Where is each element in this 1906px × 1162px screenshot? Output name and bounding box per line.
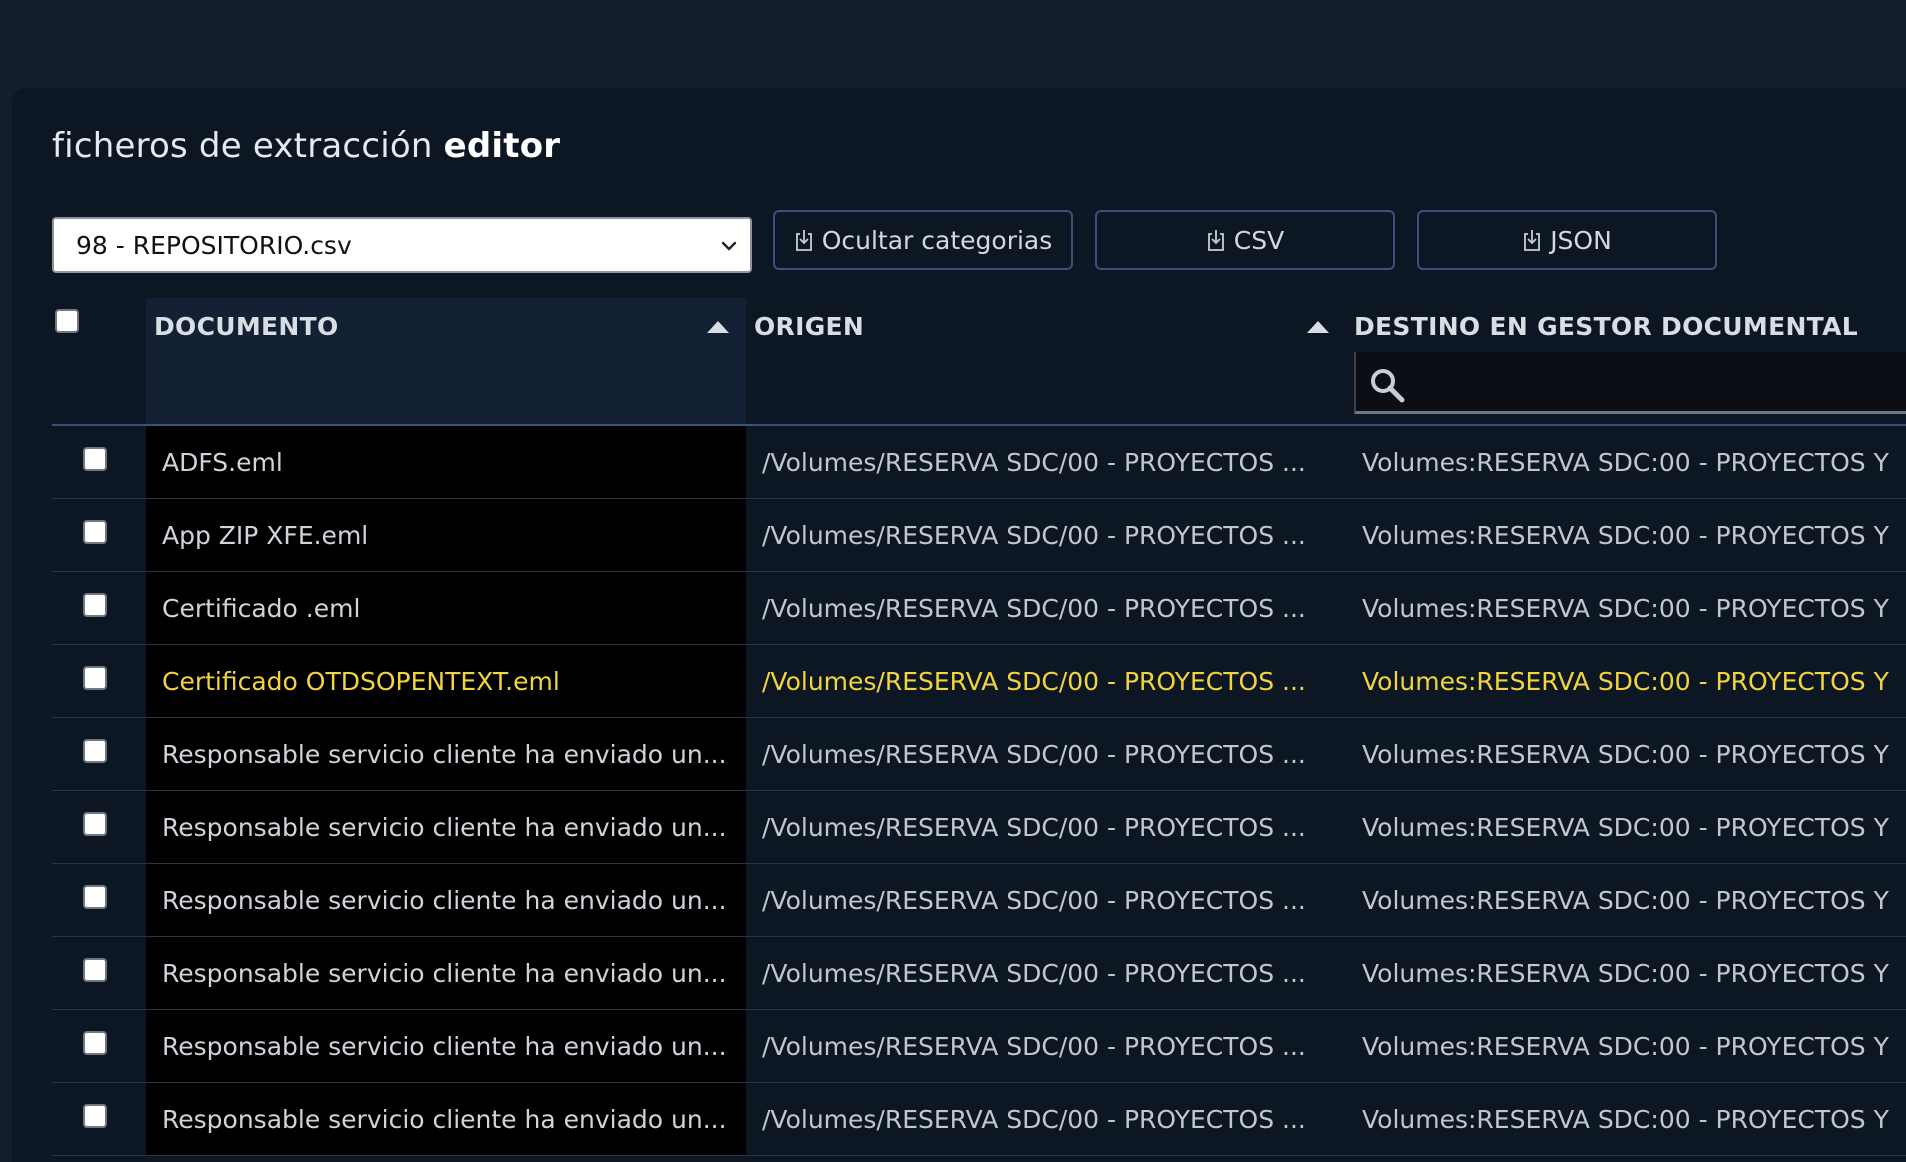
column-label-origen: ORIGEN: [754, 312, 865, 341]
cell-documento: Responsable servicio cliente ha enviado …: [146, 937, 746, 1009]
cell-origen: /Volumes/RESERVA SDC/00 - PROYECTOS ...: [762, 520, 1306, 550]
cell-documento: Certificado OTDSOPENTEXT.eml: [146, 645, 746, 717]
table-row[interactable]: Certificado .eml /Volumes/RESERVA SDC/00…: [52, 572, 1906, 645]
page-title-bold: editor: [443, 126, 561, 166]
cell-documento: ADFS.eml: [146, 426, 746, 498]
row-checkbox[interactable]: [83, 812, 107, 836]
select-all-cell: [52, 298, 146, 424]
sort-ascending-icon[interactable]: [706, 320, 730, 334]
table-row-highlighted[interactable]: Certificado OTDSOPENTEXT.eml /Volumes/RE…: [52, 645, 1906, 718]
cell-origen: /Volumes/RESERVA SDC/00 - PROYECTOS ...: [762, 1104, 1306, 1134]
row-checkbox[interactable]: [83, 447, 107, 471]
json-export-button[interactable]: JSON: [1417, 210, 1717, 270]
table-row[interactable]: Responsable servicio cliente ha enviado …: [52, 1010, 1906, 1083]
cell-destino: Volumes:RESERVA SDC:00 - PROYECTOS Y: [1362, 739, 1889, 769]
cell-documento: Responsable servicio cliente ha enviado …: [146, 791, 746, 863]
table-body: ADFS.eml /Volumes/RESERVA SDC/00 - PROYE…: [52, 426, 1906, 1156]
destino-search-input[interactable]: [1354, 352, 1906, 414]
table-row[interactable]: ADFS.eml /Volumes/RESERVA SDC/00 - PROYE…: [52, 426, 1906, 499]
hide-categories-button[interactable]: Ocultar categorias: [773, 210, 1073, 270]
cell-origen: /Volumes/RESERVA SDC/00 - PROYECTOS ...: [762, 885, 1306, 915]
cell-origen: /Volumes/RESERVA SDC/00 - PROYECTOS ...: [762, 1031, 1306, 1061]
cell-documento: Responsable servicio cliente ha enviado …: [146, 1083, 746, 1155]
cell-destino: Volumes:RESERVA SDC:00 - PROYECTOS Y: [1362, 447, 1889, 477]
cell-origen: /Volumes/RESERVA SDC/00 - PROYECTOS ...: [762, 812, 1306, 842]
page-title-prefix: ficheros de extracción: [52, 126, 433, 166]
chevron-down-icon: [721, 241, 737, 251]
cell-documento: App ZIP XFE.eml: [146, 499, 746, 571]
cell-destino: Volumes:RESERVA SDC:00 - PROYECTOS Y: [1362, 885, 1889, 915]
cell-destino: Volumes:RESERVA SDC:00 - PROYECTOS Y: [1362, 593, 1889, 623]
cell-destino: Volumes:RESERVA SDC:00 - PROYECTOS Y: [1362, 812, 1889, 842]
row-checkbox[interactable]: [83, 739, 107, 763]
table-row[interactable]: App ZIP XFE.eml /Volumes/RESERVA SDC/00 …: [52, 499, 1906, 572]
download-icon: [1524, 230, 1541, 251]
column-header-documento[interactable]: DOCUMENTO: [146, 298, 746, 424]
search-icon: [1371, 369, 1405, 403]
select-all-checkbox[interactable]: [55, 309, 79, 333]
row-checkbox[interactable]: [83, 1104, 107, 1128]
row-checkbox[interactable]: [83, 885, 107, 909]
cell-origen: /Volumes/RESERVA SDC/00 - PROYECTOS ...: [762, 593, 1306, 623]
row-checkbox[interactable]: [83, 666, 107, 690]
csv-export-button[interactable]: CSV: [1095, 210, 1395, 270]
cell-origen: /Volumes/RESERVA SDC/00 - PROYECTOS ...: [762, 739, 1306, 769]
table-row[interactable]: Responsable servicio cliente ha enviado …: [52, 864, 1906, 937]
cell-documento: Certificado .eml: [146, 572, 746, 644]
download-icon: [1207, 230, 1224, 251]
column-label-documento: DOCUMENTO: [154, 312, 339, 341]
cell-documento: Responsable servicio cliente ha enviado …: [146, 864, 746, 936]
row-checkbox[interactable]: [83, 520, 107, 544]
page-title: ficheros de extracción editor: [52, 126, 560, 166]
download-icon: [795, 230, 812, 251]
cell-documento: Responsable servicio cliente ha enviado …: [146, 1010, 746, 1082]
cell-origen: /Volumes/RESERVA SDC/00 - PROYECTOS ...: [762, 666, 1306, 696]
column-header-origen[interactable]: ORIGEN: [746, 298, 1346, 424]
column-header-destino[interactable]: DESTINO EN GESTOR DOCUMENTAL: [1346, 298, 1906, 424]
cell-documento: Responsable servicio cliente ha enviado …: [146, 718, 746, 790]
table-row[interactable]: Responsable servicio cliente ha enviado …: [52, 937, 1906, 1010]
hide-categories-label: Ocultar categorias: [821, 225, 1053, 255]
cell-destino: Volumes:RESERVA SDC:00 - PROYECTOS Y: [1362, 666, 1889, 696]
cell-destino: Volumes:RESERVA SDC:00 - PROYECTOS Y: [1362, 520, 1889, 550]
cell-destino: Volumes:RESERVA SDC:00 - PROYECTOS Y: [1362, 1031, 1889, 1061]
column-label-destino: DESTINO EN GESTOR DOCUMENTAL: [1354, 312, 1858, 341]
cell-origen: /Volumes/RESERVA SDC/00 - PROYECTOS ...: [762, 447, 1306, 477]
sort-ascending-icon[interactable]: [1306, 320, 1330, 334]
table-row[interactable]: Responsable servicio cliente ha enviado …: [52, 1083, 1906, 1156]
cell-destino: Volumes:RESERVA SDC:00 - PROYECTOS Y: [1362, 958, 1889, 988]
cell-destino: Volumes:RESERVA SDC:00 - PROYECTOS Y: [1362, 1104, 1889, 1134]
json-export-label: JSON: [1550, 225, 1612, 255]
file-select-value: 98 - REPOSITORIO.csv: [76, 230, 352, 260]
csv-export-label: CSV: [1233, 225, 1285, 255]
table-row[interactable]: Responsable servicio cliente ha enviado …: [52, 791, 1906, 864]
cell-origen: /Volumes/RESERVA SDC/00 - PROYECTOS ...: [762, 958, 1306, 988]
row-checkbox[interactable]: [83, 958, 107, 982]
table-row[interactable]: Responsable servicio cliente ha enviado …: [52, 718, 1906, 791]
row-checkbox[interactable]: [83, 1031, 107, 1055]
file-select[interactable]: 98 - REPOSITORIO.csv: [52, 217, 752, 273]
row-checkbox[interactable]: [83, 593, 107, 617]
